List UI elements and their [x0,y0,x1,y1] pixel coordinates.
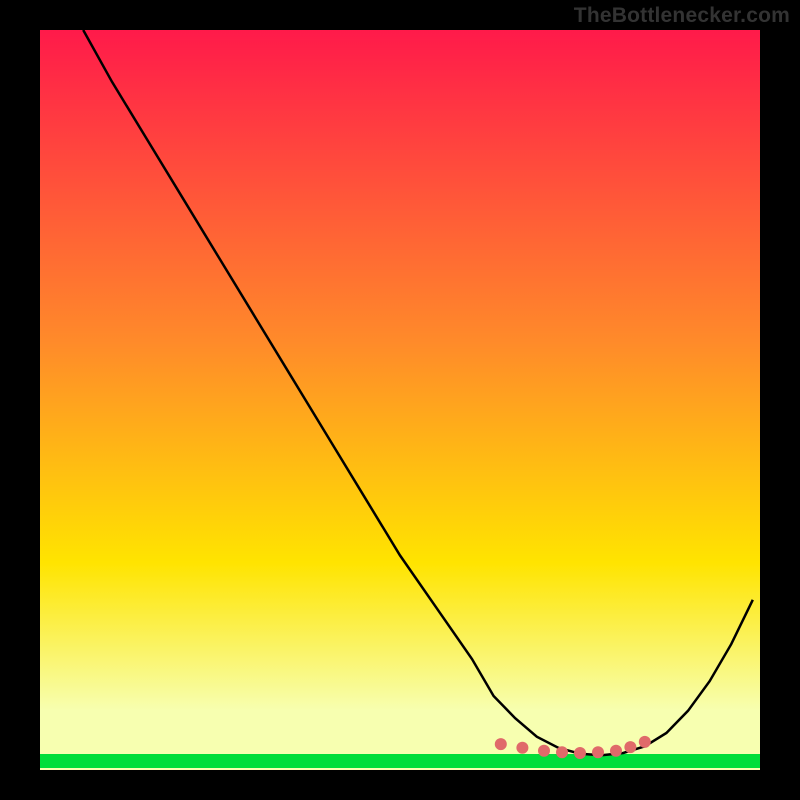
chart-svg [40,30,760,770]
marker-dot [516,742,528,754]
marker-dot [624,741,636,753]
marker-dot [556,746,568,758]
marker-dot [574,747,586,759]
marker-dot [592,746,604,758]
marker-dot [495,738,507,750]
marker-dot [639,736,651,748]
marker-dot [610,745,622,757]
marker-dot [538,745,550,757]
chart-container: TheBottlenecker.com [0,0,800,800]
watermark-text: TheBottlenecker.com [574,4,790,28]
green-band [40,754,760,768]
plot-area [40,30,760,770]
